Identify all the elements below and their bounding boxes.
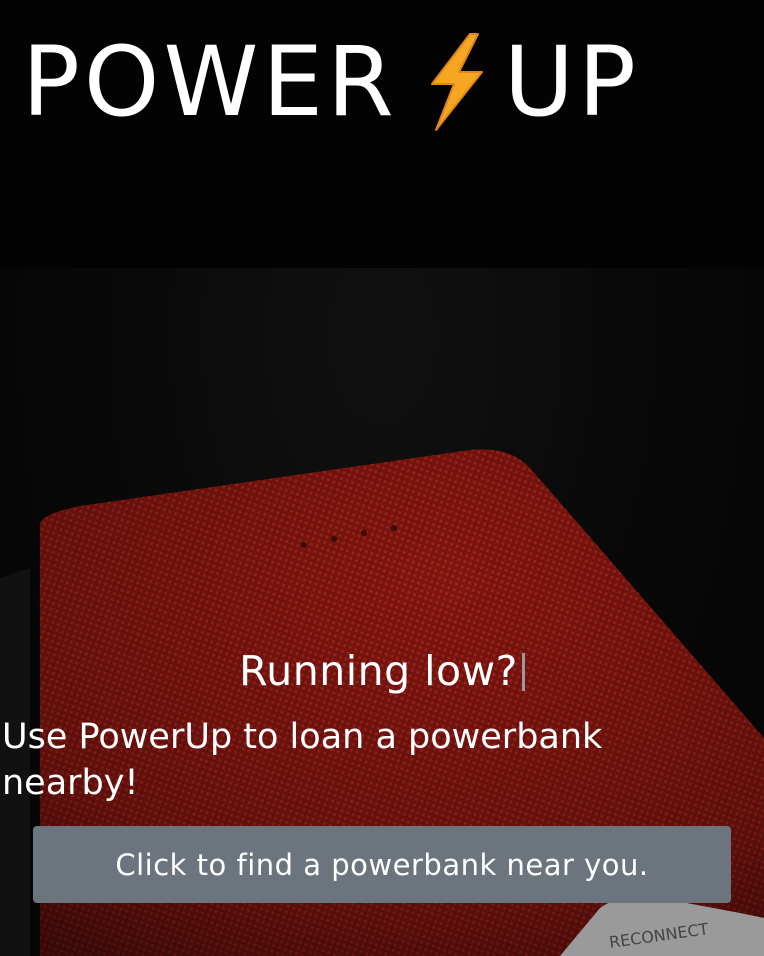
site-header: POWER UP	[0, 0, 764, 268]
headline-text: Running low?	[239, 647, 518, 695]
logo-text-power: POWER	[22, 26, 398, 138]
find-powerbank-button[interactable]: Click to find a powerbank near you.	[33, 826, 731, 903]
hero-headline: Running low?	[0, 646, 764, 696]
powerup-logo[interactable]: POWER UP	[22, 32, 640, 132]
logo-text-up: UP	[503, 26, 640, 138]
hero-subheadline: Use PowerUp to loan a powerbank nearby!	[2, 717, 603, 803]
typing-caret	[521, 653, 525, 691]
lightning-bolt-icon	[412, 32, 498, 132]
